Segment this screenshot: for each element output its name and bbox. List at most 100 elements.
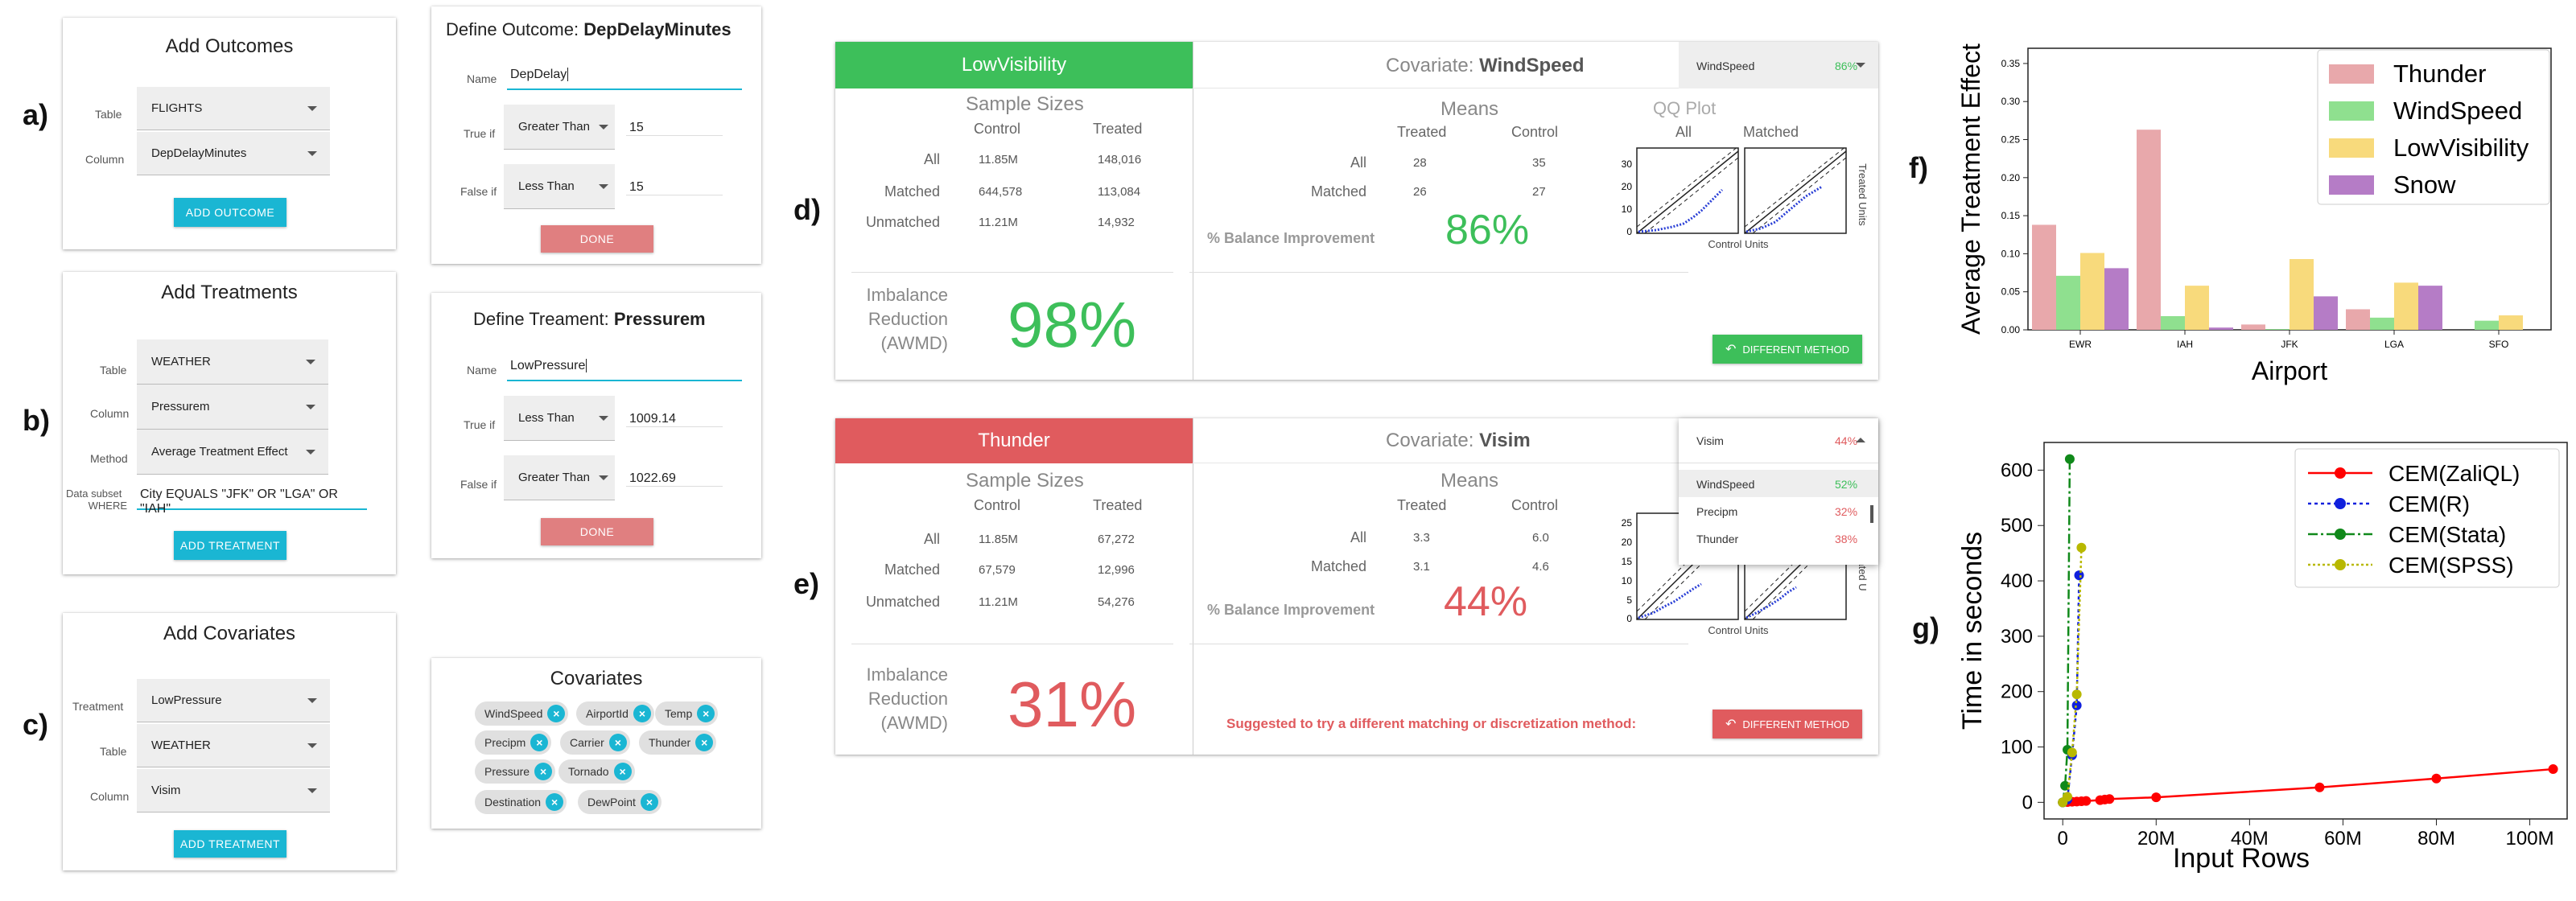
chip-pressure[interactable]: Pressure × bbox=[475, 759, 556, 784]
chip-destination[interactable]: Destination × bbox=[475, 790, 567, 814]
bar-windspeed-ewr bbox=[2056, 275, 2080, 330]
covariate-dropdown-menu[interactable]: Visim 44% WindSpeed 52% Precipm 32% Thun… bbox=[1679, 418, 1878, 565]
chip-temp[interactable]: Temp × bbox=[655, 701, 719, 726]
qq-all-label: All bbox=[1675, 124, 1692, 140]
add-outcomes-title: Add Outcomes bbox=[165, 35, 294, 57]
means-title: Means bbox=[1440, 98, 1499, 120]
treatment-column-select[interactable]: Pressurem bbox=[137, 385, 328, 430]
close-icon[interactable]: × bbox=[697, 705, 715, 722]
dropdown-option-thunder[interactable]: Thunder 38% bbox=[1679, 525, 1878, 552]
chevron-down-icon bbox=[306, 449, 315, 455]
true-if-operator-select[interactable]: Less Than bbox=[504, 396, 615, 441]
close-icon[interactable]: × bbox=[534, 763, 553, 780]
sample-sizes-title: Sample Sizes bbox=[966, 470, 1084, 492]
close-icon[interactable]: × bbox=[695, 734, 714, 751]
treatment-table-select[interactable]: WEATHER bbox=[137, 339, 328, 385]
qq-tick: 20 bbox=[1622, 537, 1633, 548]
control-value: 11.21M bbox=[979, 595, 1018, 609]
false-if-value[interactable]: 15 bbox=[626, 180, 723, 195]
chip-tornado[interactable]: Tornado × bbox=[558, 759, 635, 784]
series-point-3 bbox=[2067, 747, 2077, 758]
done-outcome-button[interactable]: DONE bbox=[541, 225, 653, 253]
chevron-down-icon bbox=[307, 788, 317, 793]
y-tick-label: 0.25 bbox=[2001, 134, 2021, 146]
x-tick-label: 20M bbox=[2137, 828, 2175, 850]
true-if-operator-select[interactable]: Greater Than bbox=[504, 105, 615, 150]
qq-xlabel: Control Units bbox=[1708, 238, 1769, 250]
add-covariates-card: Add Covariates Treatment LowPressure Tab… bbox=[63, 613, 396, 870]
y-tick-label: 0.10 bbox=[2001, 248, 2021, 259]
different-method-button[interactable]: ↶ DIFFERENT METHOD bbox=[1713, 335, 1862, 364]
chevron-down-icon bbox=[307, 105, 317, 111]
close-icon[interactable]: × bbox=[546, 793, 564, 811]
panel-header-thunder: Thunder bbox=[835, 418, 1193, 463]
name-label: Name bbox=[467, 364, 497, 376]
covariate-column-select[interactable]: Visim bbox=[137, 769, 330, 813]
add-treatment-button[interactable]: ADD TREATMENT bbox=[174, 531, 286, 560]
table-label: Table bbox=[100, 364, 127, 376]
result-panel-thunder: Thunder Sample Sizes Control Treated All… bbox=[835, 418, 1878, 755]
covariate-treatment-select[interactable]: LowPressure bbox=[137, 679, 330, 722]
chip-airportid[interactable]: AirportId × bbox=[576, 701, 654, 726]
table-select[interactable]: FLIGHTS bbox=[137, 87, 330, 130]
close-icon[interactable]: × bbox=[608, 734, 627, 751]
chip-windspeed[interactable]: WindSpeed × bbox=[475, 701, 569, 726]
covariate-select[interactable]: WindSpeed 86% bbox=[1679, 42, 1878, 88]
covariate-select[interactable]: Visim 44% bbox=[1679, 418, 1878, 463]
chip-thunder[interactable]: Thunder × bbox=[639, 730, 717, 755]
chevron-down-icon bbox=[307, 743, 317, 748]
chevron-down-icon bbox=[307, 150, 317, 156]
means-control-value: 6.0 bbox=[1532, 531, 1549, 545]
table-label: Table bbox=[95, 108, 122, 121]
dropdown-option-precipm[interactable]: Precipm 32% bbox=[1679, 497, 1878, 525]
means-treated-value: 3.1 bbox=[1413, 560, 1430, 574]
legend-marker bbox=[2335, 529, 2346, 540]
treated-value: 148,016 bbox=[1098, 153, 1142, 167]
add-outcomes-card: Add Outcomes Table FLIGHTS Column DepDel… bbox=[63, 18, 396, 249]
x-tick-label: JFK bbox=[2281, 339, 2298, 350]
close-icon[interactable]: × bbox=[640, 793, 658, 811]
true-if-value[interactable]: 1009.14 bbox=[626, 412, 723, 427]
chip-dewpoint[interactable]: DewPoint × bbox=[578, 790, 662, 814]
done-treatment-button[interactable]: DONE bbox=[541, 518, 653, 545]
treatment-name-input[interactable]: LowPressure bbox=[507, 359, 742, 381]
column-label: Column bbox=[85, 153, 125, 166]
means-control-value: 27 bbox=[1532, 185, 1546, 199]
different-method-button[interactable]: ↶ DIFFERENT METHOD bbox=[1713, 710, 1862, 738]
covariate-title: Covariate: Visim bbox=[1386, 430, 1531, 451]
true-if-value[interactable]: 15 bbox=[626, 121, 723, 136]
close-icon[interactable]: × bbox=[530, 734, 549, 751]
row-label: Unmatched bbox=[865, 214, 940, 230]
add-outcome-button[interactable]: ADD OUTCOME bbox=[174, 198, 286, 227]
means-treated-value: 26 bbox=[1413, 185, 1427, 199]
step-label-f: f) bbox=[1909, 151, 1928, 184]
bar-thunder-jfk bbox=[2241, 324, 2265, 330]
series-point-3 bbox=[2063, 792, 2073, 802]
chip-precipm[interactable]: Precipm × bbox=[475, 730, 552, 755]
false-if-value[interactable]: 1022.69 bbox=[626, 471, 723, 487]
close-icon[interactable]: × bbox=[633, 705, 651, 722]
close-icon[interactable]: × bbox=[547, 705, 566, 722]
qq-plot-all: 0 10 20 30 bbox=[1622, 146, 1739, 237]
subset-where-input[interactable]: City EQUALS "JFK" OR "LGA" OR "IAH" bbox=[137, 488, 367, 516]
close-icon[interactable]: × bbox=[613, 763, 632, 780]
false-if-operator-select[interactable]: Less Than bbox=[504, 164, 615, 209]
define-treatment-card: Define Treament: Pressurem Name LowPress… bbox=[431, 293, 761, 558]
false-if-operator-select[interactable]: Greater Than bbox=[504, 455, 615, 500]
add-covariate-button[interactable]: ADD TREATMENT bbox=[174, 830, 286, 858]
method-select[interactable]: Average Treatment Effect bbox=[137, 430, 328, 475]
bar-lowvisibility-jfk bbox=[2290, 259, 2314, 330]
scrollbar[interactable] bbox=[1870, 505, 1873, 523]
runtime-line-chart: 0 20M 40M 60M 80M 100M0100200300400500600Inpu… bbox=[1957, 442, 2568, 874]
covariate-table-select[interactable]: WEATHER bbox=[137, 724, 330, 767]
chip-carrier[interactable]: Carrier × bbox=[560, 730, 630, 755]
treated-header: Treated bbox=[1093, 121, 1143, 137]
y-tick-label: 100 bbox=[2001, 737, 2033, 759]
outcome-name-input[interactable]: DepDelay bbox=[507, 68, 742, 90]
treated-value: 67,272 bbox=[1098, 533, 1135, 546]
y-tick-label: 600 bbox=[2001, 459, 2033, 481]
legend-marker bbox=[2335, 559, 2346, 570]
column-select[interactable]: DepDelayMinutes bbox=[137, 132, 330, 175]
y-tick-label: 0 bbox=[2022, 792, 2033, 813]
dropdown-option-windspeed[interactable]: WindSpeed 52% bbox=[1679, 470, 1878, 497]
